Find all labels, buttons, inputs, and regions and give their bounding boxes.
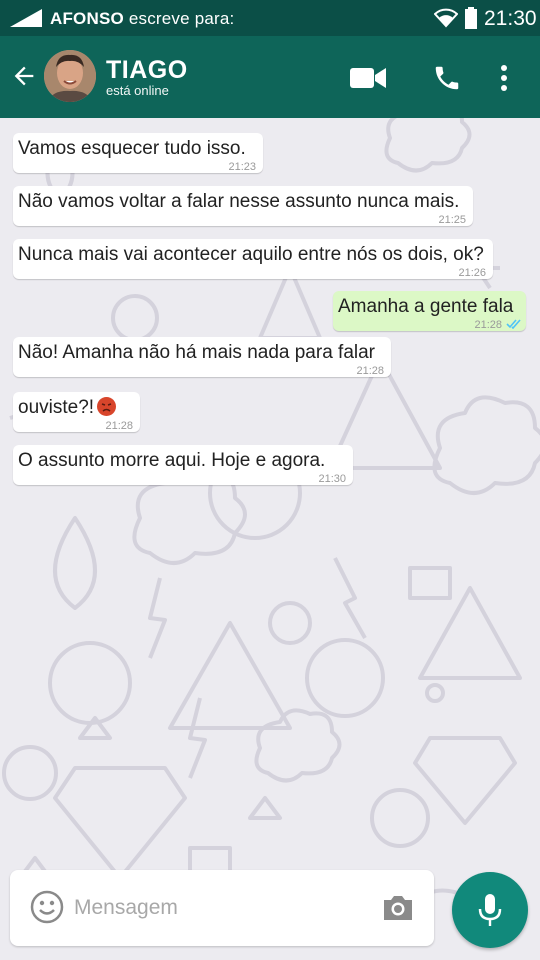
video-call-icon: [350, 68, 386, 88]
message-bubble[interactable]: Vamos esquecer tudo isso. 21:23: [13, 133, 263, 173]
contact-status: está online: [106, 83, 169, 98]
camera-icon: [384, 896, 412, 920]
signal-icon: [10, 9, 42, 27]
message-text: Vamos esquecer tudo isso.: [18, 138, 246, 159]
message-bubble[interactable]: Não! Amanha não há mais nada para falar …: [13, 337, 391, 377]
video-call-button[interactable]: [348, 58, 388, 98]
angry-face-icon: [97, 397, 117, 416]
message-text: ouviste?!: [18, 396, 134, 420]
status-sender: AFONSO: [50, 9, 124, 28]
more-vert-icon: [501, 65, 507, 91]
message-text: Não vamos voltar a falar nesse assunto n…: [18, 191, 460, 212]
chat-area[interactable]: Vamos esquecer tudo isso. 21:23 Não vamo…: [0, 118, 540, 960]
message-text-content: ouviste?!: [18, 397, 95, 418]
read-ticks-icon: [506, 319, 521, 329]
more-options-button[interactable]: [484, 58, 524, 98]
message-input[interactable]: [74, 890, 374, 926]
message-bubble[interactable]: Não vamos voltar a falar nesse assunto n…: [13, 186, 473, 226]
smiley-icon: [30, 890, 64, 924]
status-time: 21:30: [484, 7, 537, 30]
back-button[interactable]: [6, 58, 42, 94]
message-time: 21:26: [458, 267, 486, 279]
status-activity: escreve para:: [123, 9, 235, 28]
avatar-image: [44, 50, 96, 102]
voice-record-button[interactable]: [452, 872, 528, 948]
back-arrow-icon: [14, 66, 34, 86]
message-text: O assunto morre aqui. Hoje e agora.: [18, 450, 326, 471]
message-bubble-outgoing[interactable]: Amanha a gente fala 21:28: [333, 291, 526, 331]
avatar[interactable]: [44, 50, 96, 102]
message-text: Nunca mais vai acontecer aquilo entre nó…: [18, 244, 484, 265]
camera-button[interactable]: [382, 892, 416, 926]
microphone-icon: [478, 894, 502, 926]
voice-call-button[interactable]: [427, 58, 467, 98]
message-bubble[interactable]: O assunto morre aqui. Hoje e agora. 21:3…: [13, 445, 353, 485]
message-time: 21:23: [228, 161, 256, 173]
battery-icon: [465, 7, 477, 29]
message-bubble[interactable]: ouviste?! 21:28: [13, 392, 140, 432]
contact-name[interactable]: TIAGO: [106, 56, 188, 85]
phone-icon: [435, 66, 459, 90]
message-time: 21:25: [438, 214, 466, 226]
status-bar-notice: AFONSO escreve para:: [50, 9, 234, 29]
message-time: 21:28: [105, 420, 133, 432]
message-bubble[interactable]: Nunca mais vai acontecer aquilo entre nó…: [13, 239, 493, 279]
message-text: Amanha a gente fala: [338, 296, 514, 317]
message-time: 21:28: [356, 365, 384, 377]
message-composer: [10, 870, 434, 946]
message-time: 21:28: [474, 319, 502, 331]
wifi-icon: [434, 8, 458, 28]
status-bar: AFONSO escreve para: 21:30: [0, 0, 540, 36]
chat-header: TIAGO está online: [0, 36, 540, 118]
message-time: 21:30: [318, 473, 346, 485]
emoji-button[interactable]: [30, 890, 66, 926]
message-text: Não! Amanha não há mais nada para falar: [18, 342, 376, 363]
